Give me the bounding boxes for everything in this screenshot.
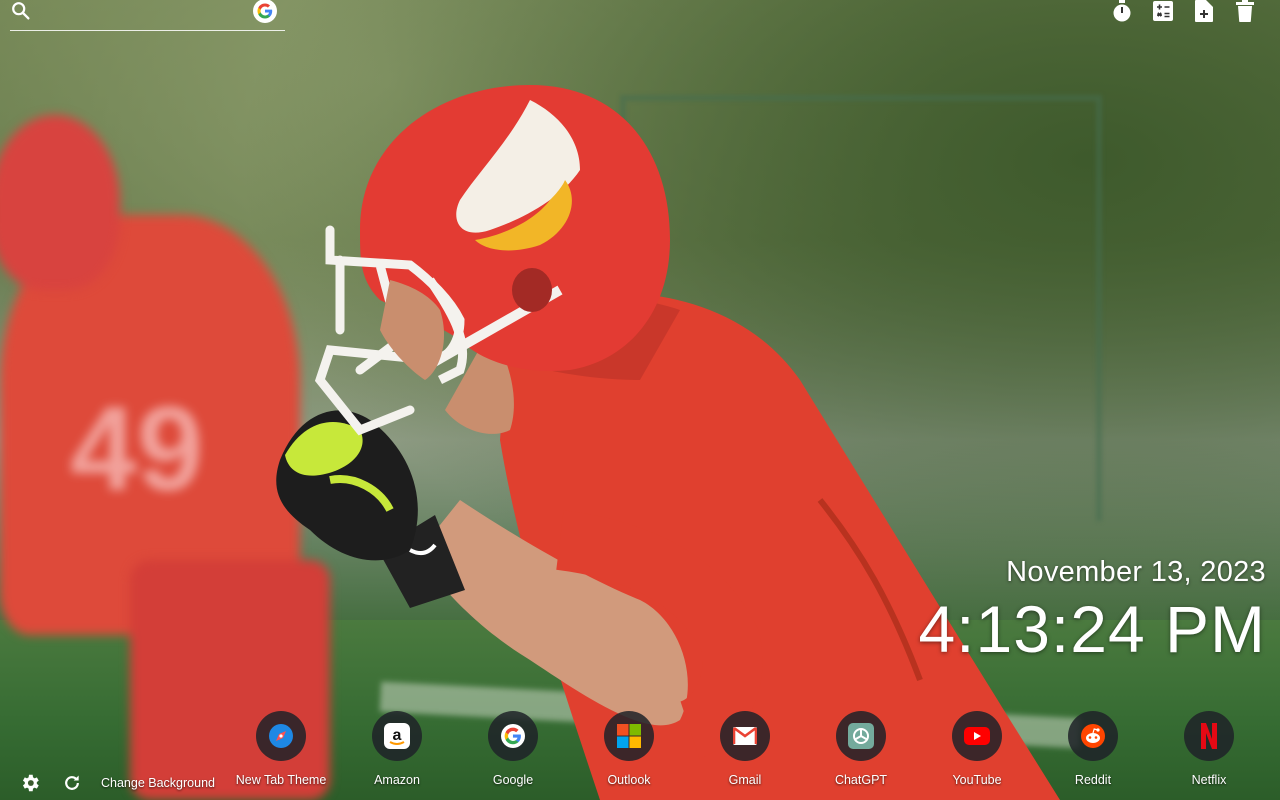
top-toolbar — [1111, 0, 1256, 22]
shortcut-label: Netflix — [1191, 773, 1227, 787]
shortcut-label: New Tab Theme — [235, 773, 327, 787]
netflix-icon — [1184, 711, 1234, 761]
shortcut-netflix[interactable]: Netflix — [1151, 711, 1267, 787]
shortcut-amazon[interactable]: a Amazon — [339, 711, 455, 787]
search-bar — [10, 0, 285, 31]
timer-icon[interactable] — [1111, 0, 1133, 22]
shortcut-label: Gmail — [728, 773, 762, 787]
refresh-icon[interactable] — [61, 772, 83, 794]
search-icon[interactable] — [10, 0, 32, 22]
shortcut-bar: New Tab Theme a Amazon Google Outlook Gm… — [223, 711, 1267, 787]
shortcut-chatgpt[interactable]: ChatGPT — [803, 711, 919, 787]
search-input[interactable] — [40, 0, 254, 28]
change-background-button[interactable]: Change Background — [101, 776, 215, 790]
gmail-icon — [720, 711, 770, 761]
shortcut-label: Outlook — [607, 773, 651, 787]
background-player-number: 49 — [70, 382, 204, 516]
google-icon — [488, 711, 538, 761]
date-display: November 13, 2023 — [1006, 556, 1266, 588]
time-display: 4:13:24 PM — [918, 592, 1266, 666]
background-photo: 49 — [0, 0, 1280, 800]
shortcut-label: Reddit — [1074, 773, 1112, 787]
shortcut-reddit[interactable]: Reddit — [1035, 711, 1151, 787]
shortcut-google[interactable]: Google — [455, 711, 571, 787]
shortcut-label: ChatGPT — [834, 773, 888, 787]
shortcut-label: YouTube — [952, 773, 1002, 787]
foreground-player — [276, 85, 1060, 800]
microsoft-icon — [604, 711, 654, 761]
chatgpt-icon — [836, 711, 886, 761]
clock-widget: November 13, 2023 4:13:24 PM — [918, 556, 1266, 667]
shortcut-label: Google — [492, 773, 534, 787]
google-search-engine-icon[interactable] — [253, 0, 277, 23]
compass-icon — [256, 711, 306, 761]
settings-gear-icon[interactable] — [19, 772, 41, 794]
calculator-icon[interactable] — [1152, 0, 1174, 22]
amazon-icon: a — [372, 711, 422, 761]
shortcut-youtube[interactable]: YouTube — [919, 711, 1035, 787]
shortcut-gmail[interactable]: Gmail — [687, 711, 803, 787]
shortcut-label: Amazon — [374, 773, 420, 787]
svg-text:a: a — [393, 727, 402, 744]
background-player-helmet — [0, 115, 120, 290]
shortcut-new-tab-theme[interactable]: New Tab Theme — [223, 711, 339, 787]
new-note-icon[interactable] — [1193, 0, 1215, 22]
shortcut-outlook[interactable]: Outlook — [571, 711, 687, 787]
bottom-controls: Change Background — [19, 772, 215, 794]
youtube-icon — [952, 711, 1002, 761]
trash-icon[interactable] — [1234, 0, 1256, 22]
reddit-icon — [1068, 711, 1118, 761]
